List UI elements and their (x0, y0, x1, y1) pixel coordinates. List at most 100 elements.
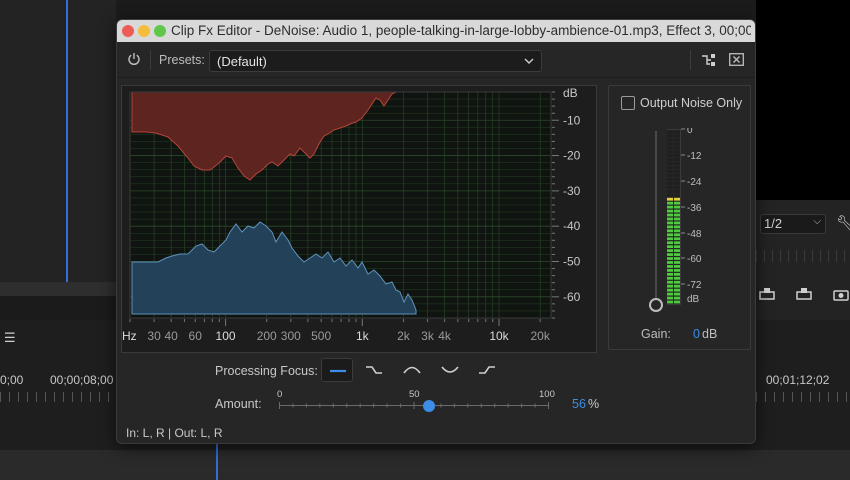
output-noise-only-checkbox[interactable] (621, 96, 635, 110)
close-window-button[interactable] (122, 25, 134, 37)
source-playhead (66, 0, 68, 282)
meter-cell (674, 146, 680, 150)
freq-tick-label: 2k (397, 329, 411, 343)
frequency-axis: Hz 30 40 60 100 200 300 500 1k 2k 3k 4k 10k 20k (122, 319, 551, 343)
db-tick-label: dB (563, 86, 578, 100)
meter-cell (667, 142, 673, 146)
output-meter-panel: Output Noise Only 0 -12 -24 -36 -48 -60 -72 dB … (608, 85, 751, 350)
extract-icon[interactable] (793, 286, 815, 304)
freq-tick-label: 1k (356, 329, 370, 343)
meter-scale-label: -12 (687, 151, 702, 162)
meter-cell (674, 182, 680, 185)
lift-icon[interactable] (756, 286, 778, 304)
chevron-down-icon: ⌵ (813, 216, 821, 227)
program-ruler (756, 250, 850, 262)
clear-icon[interactable] (729, 53, 744, 66)
channel-routing-icon[interactable] (701, 52, 717, 68)
meter-cell (674, 154, 680, 158)
freq-tick-label: 30 (147, 329, 161, 343)
meter-cell (667, 276, 673, 280)
meter-cell (674, 170, 680, 173)
timeline-playhead[interactable] (216, 440, 218, 480)
meter-cell (674, 261, 680, 264)
meter-cell (674, 150, 680, 154)
meter-cell (667, 253, 673, 256)
high-focus-icon (479, 366, 495, 374)
gain-value[interactable]: 0 (693, 327, 700, 341)
freq-tick-label: 200 (257, 329, 277, 343)
presets-label: Presets: (159, 53, 205, 67)
meter-cell (667, 150, 673, 154)
meter-cell (674, 174, 680, 177)
meter-cell (674, 292, 680, 296)
source-scrollbar[interactable] (0, 282, 116, 296)
clip-fx-editor-dialog: Clip Fx Editor - DeNoise: Audio 1, peopl… (116, 19, 756, 444)
meter-cell (667, 269, 673, 272)
meter-cell (674, 178, 680, 181)
gain-slider-handle[interactable] (649, 298, 663, 312)
window-title: Clip Fx Editor - DeNoise: Audio 1, peopl… (171, 23, 751, 38)
focus-high-button[interactable] (471, 358, 503, 382)
meter-scale-label: -72 (687, 280, 702, 291)
title-bar[interactable]: Clip Fx Editor - DeNoise: Audio 1, peopl… (117, 20, 755, 42)
gain-slider-track[interactable] (655, 131, 657, 299)
meter-cell (667, 130, 673, 134)
timecode-mid: 00;00;08;00 (50, 373, 114, 387)
timeline-track (0, 450, 850, 480)
processing-focus-label: Processing Focus: (215, 364, 318, 378)
focus-flat-button[interactable] (321, 358, 353, 382)
meter-cell (674, 130, 680, 134)
focus-high-low-button[interactable] (434, 358, 466, 382)
minimize-window-button[interactable] (138, 25, 150, 37)
meter-scale-label: -24 (687, 177, 702, 188)
freq-tick-label: 500 (311, 329, 331, 343)
wrench-icon[interactable]: 🔧︎ (836, 214, 850, 232)
meter-cell (667, 158, 673, 162)
power-icon[interactable] (127, 52, 141, 66)
meter-cell (667, 197, 673, 201)
meter-cell (667, 257, 673, 260)
meter-scale-label: -48 (687, 229, 702, 240)
meter-cell (674, 221, 680, 225)
resolution-select[interactable]: 1/2 ⌵ (760, 214, 826, 234)
meter-cell (674, 185, 680, 189)
meter-cell (674, 276, 680, 280)
meter-cell (667, 284, 673, 288)
meter-cell (674, 217, 680, 221)
meter-cell (674, 253, 680, 256)
meter-cell (667, 292, 673, 296)
chevron-down-icon (524, 58, 534, 64)
db-tick-label: -60 (563, 290, 581, 304)
freq-tick-label: 40 (164, 329, 178, 343)
meter-cell (667, 225, 673, 229)
meter-cell (674, 229, 680, 233)
flat-focus-icon (330, 369, 346, 373)
output-noise-only-label[interactable]: Output Noise Only (640, 96, 742, 110)
amount-slider-handle[interactable] (423, 400, 435, 412)
timeline-ruler-left (0, 392, 116, 402)
meter-cell (667, 209, 673, 213)
maximize-window-button[interactable] (154, 25, 166, 37)
spectrum-graph: dB -10 -20 -30 -40 -50 -60 Hz 30 40 60 100 200 300 50… (122, 86, 581, 343)
meter-cell (667, 166, 673, 169)
level-meter: 0 -12 -24 -36 -48 -60 -72 dB (667, 128, 702, 305)
amount-slider-ticks (279, 402, 549, 409)
meter-cell (674, 241, 680, 245)
presets-dropdown[interactable]: (Default) (209, 50, 542, 72)
meter-scale-label: dB (687, 294, 700, 305)
focus-mid-button[interactable] (396, 358, 428, 382)
meter-cell (674, 280, 680, 284)
meter-scale-label: -36 (687, 203, 702, 214)
meter-cell (674, 300, 680, 304)
focus-low-button[interactable] (358, 358, 390, 382)
hamburger-menu-icon[interactable]: ☰ (4, 330, 16, 346)
meter-cell (674, 138, 680, 142)
camera-icon[interactable] (830, 286, 850, 304)
meter-scale-label: -60 (687, 254, 702, 265)
meter-cell (674, 225, 680, 229)
meter-cell (674, 158, 680, 162)
effect-toolbar: Presets: (Default) (117, 42, 755, 78)
meter-cell (674, 249, 680, 252)
meter-cell (667, 272, 673, 276)
amount-value[interactable]: 56 (572, 397, 586, 411)
